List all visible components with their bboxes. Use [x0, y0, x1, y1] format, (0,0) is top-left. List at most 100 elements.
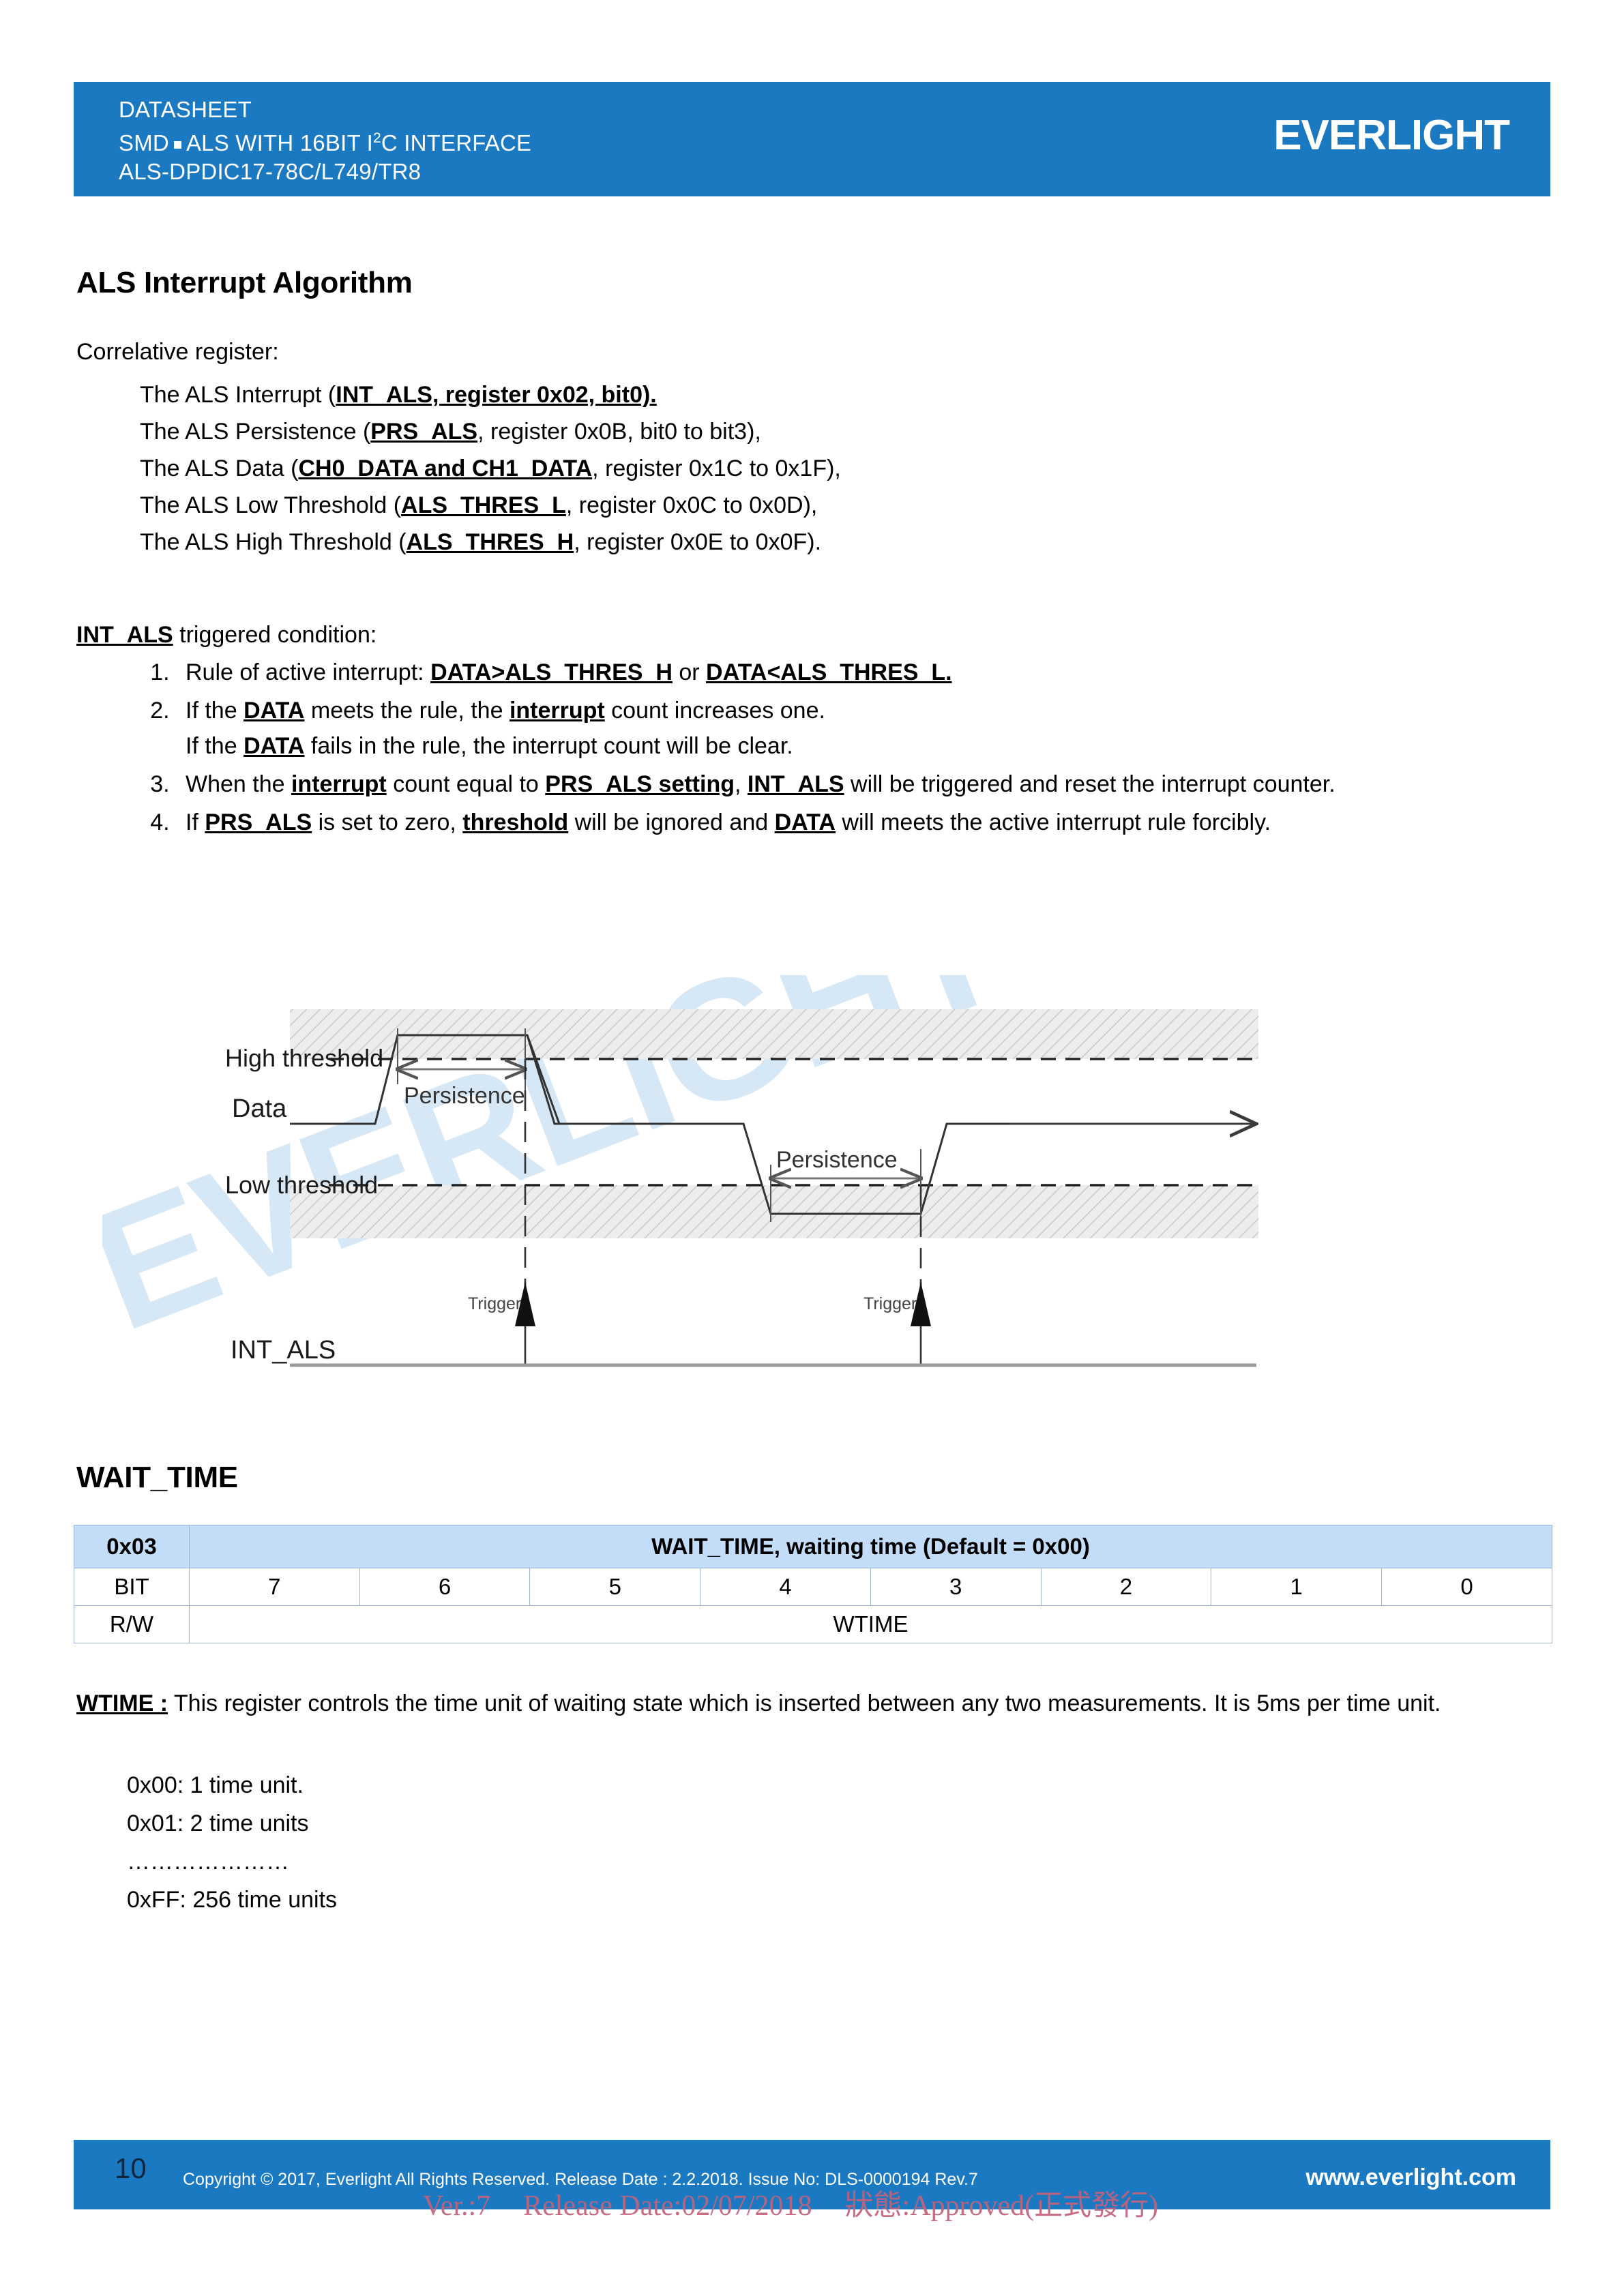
rule-text: count increases one. — [604, 698, 825, 724]
bit-number-cell: 0 — [1381, 1568, 1552, 1606]
wait-time-register-table: 0x03 WAIT_TIME, waiting time (Default = 0… — [74, 1525, 1552, 1643]
register-address-cell: 0x03 — [74, 1525, 190, 1568]
bit-number-cell: 5 — [529, 1568, 701, 1606]
header-i2c-superscript: 2 — [372, 130, 381, 146]
below-low-threshold-band — [290, 1185, 1258, 1238]
wtime-description-text: This register controls the time unit of … — [168, 1690, 1441, 1716]
everlight-logo: EVERLIGHT — [1273, 112, 1510, 159]
square-bullet-icon — [173, 141, 181, 149]
bit-number-cell: 6 — [359, 1568, 531, 1606]
timing-diagram-svg: Persistence Persistence Trigger Trigger … — [225, 1009, 1259, 1367]
rule-token: ALS_THRES_H — [505, 659, 673, 685]
register-line-token: INT_ALS, register 0x02, bit0). — [336, 382, 657, 408]
bit-number-cell: 2 — [1040, 1568, 1212, 1606]
rule-token: DATA — [430, 659, 492, 685]
bit-number-cell: 4 — [700, 1568, 871, 1606]
register-line: The ALS Interrupt (INT_ALS, register 0x0… — [140, 376, 841, 413]
interrupt-rule-item: When the interrupt count equal to PRS_AL… — [176, 766, 1526, 802]
header-line-partnumber: ALS-DPDIC17-78C/L749/TR8 — [119, 159, 422, 184]
register-line-token: CH0_DATA and CH1_DATA — [298, 456, 593, 481]
header-line-product-type: SMD ALS WITH 16BIT I2C INTERFACE — [119, 124, 531, 158]
wait-time-heading: WAIT_TIME — [76, 1461, 238, 1494]
register-title-cell: WAIT_TIME, waiting time (Default = 0x00) — [189, 1525, 1552, 1568]
interrupt-rule-item: Rule of active interrupt: DATA>ALS_THRES… — [176, 655, 1526, 690]
int-als-triggered-condition-heading: INT_ALS triggered condition: — [76, 622, 377, 648]
rule-token: interrupt — [291, 771, 387, 797]
rule-token: DATA — [706, 659, 767, 685]
table-row: BIT 7 6 5 4 3 2 1 0 — [74, 1568, 1552, 1606]
register-line: The ALS Data (CH0_DATA and CH1_DATA, reg… — [140, 450, 841, 487]
correlative-register-list: The ALS Interrupt (INT_ALS, register 0x0… — [140, 376, 841, 561]
approval-stamp-overlay: Ver.:7 Release Date:02/07/2018 狀態:Approved… — [423, 2182, 1158, 2224]
trigger-label-2: Trigger — [863, 1294, 917, 1313]
rule-token: DATA — [243, 733, 305, 759]
rule-token: ALS_THRES_L. — [780, 659, 952, 685]
rule-text: meets the rule, the — [304, 698, 510, 724]
als-interrupt-timing-diagram: Persistence Persistence Trigger Trigger … — [225, 982, 1330, 1391]
rule-token: threshold — [462, 809, 569, 835]
footer-website-url[interactable]: www.everlight.com — [1305, 2164, 1516, 2191]
wtime-value-item: 0x00: 1 time unit. — [127, 1772, 304, 1798]
rule-token: DATA — [243, 698, 305, 724]
rule-token: PRS_ALS — [205, 809, 312, 835]
trigger-label-1: Trigger — [468, 1294, 521, 1313]
rule-token: DATA — [774, 809, 836, 835]
register-line: The ALS Low Threshold (ALS_THRES_L, regi… — [140, 487, 841, 524]
wtime-value-item: 0x01: 2 time units — [127, 1810, 309, 1836]
register-line: The ALS High Threshold (ALS_THRES_H, reg… — [140, 524, 841, 561]
int-als-token: INT_ALS — [76, 622, 173, 648]
rw-row-label-cell: R/W — [74, 1605, 190, 1643]
register-line-suffix: , register 0x0C to 0x0D), — [565, 492, 818, 518]
register-line-prefix: The ALS Data ( — [140, 456, 299, 481]
int-als-label: INT_ALS — [231, 1336, 336, 1365]
header-smd-label: SMD — [119, 130, 169, 155]
header-interface-label: ALS WITH 16BIT I — [186, 130, 373, 155]
rule-text: If — [186, 809, 205, 835]
register-line-token: PRS_ALS — [370, 419, 478, 445]
low-threshold-label: Low threshold — [225, 1171, 378, 1199]
bit-number-cell: 7 — [189, 1568, 360, 1606]
stamp-release-date: Release Date:02/07/2018 — [523, 2190, 812, 2222]
register-line-suffix: , register 0x0B, bit0 to bit3), — [477, 419, 761, 445]
persistence-label-2: Persistence — [776, 1147, 898, 1173]
bit-number-cell: 1 — [1211, 1568, 1383, 1606]
rule-text: will be triggered and reset the interrup… — [844, 771, 1335, 797]
rule-text: or — [672, 659, 707, 685]
table-row: R/W WTIME — [74, 1605, 1552, 1643]
rule-text: will be ignored and — [568, 809, 775, 835]
register-line-suffix: , register 0x1C to 0x1F), — [592, 456, 841, 481]
header-title-block: DATASHEET SMD ALS WITH 16BIT I2C INTERFAC… — [119, 95, 531, 186]
page-header-bar: DATASHEET SMD ALS WITH 16BIT I2C INTERFAC… — [74, 82, 1550, 196]
rule-text: When the — [186, 771, 291, 797]
header-line-datasheet: DATASHEET — [119, 97, 252, 122]
interrupt-rules-list: Rule of active interrupt: DATA>ALS_THRES… — [121, 655, 1526, 843]
rule-text: count equal to — [386, 771, 546, 797]
rule-text: fails in the rule, the interrupt count w… — [304, 733, 793, 759]
interrupt-rule-item: If PRS_ALS is set to zero, threshold wil… — [176, 805, 1526, 840]
rule-token: interrupt — [509, 698, 605, 724]
bit-number-cell: 3 — [870, 1568, 1042, 1606]
interrupt-rule-item: If the DATA meets the rule, the interrup… — [176, 693, 1526, 764]
rule-token: > — [491, 659, 505, 685]
wtime-field-cell: WTIME — [189, 1605, 1552, 1643]
register-line-suffix: , register 0x0E to 0x0F). — [574, 529, 822, 555]
register-line-token: ALS_THRES_L — [401, 492, 566, 518]
high-threshold-label: High threshold — [225, 1044, 383, 1072]
wtime-value-item: 0xFF: 256 time units — [127, 1887, 338, 1913]
table-row: 0x03 WAIT_TIME, waiting time (Default = 0… — [74, 1525, 1552, 1568]
wtime-value-list: 0x00: 1 time unit. 0x01: 2 time units …………… — [127, 1766, 337, 1919]
data-label: Data — [232, 1094, 287, 1123]
rule-text: , — [735, 771, 748, 797]
rule-text: Rule of active interrupt: — [186, 659, 431, 685]
rule-text: If the — [186, 733, 244, 759]
rule-token: < — [767, 659, 781, 685]
register-line-prefix: The ALS High Threshold ( — [140, 529, 407, 555]
header-interface-label-post: C INTERFACE — [381, 130, 532, 155]
page-number: 10 — [115, 2152, 147, 2184]
correlative-register-label: Correlative register: — [76, 339, 279, 365]
register-line-prefix: The ALS Interrupt ( — [140, 382, 336, 408]
rule-text: If the — [186, 698, 244, 724]
als-interrupt-algorithm-heading: ALS Interrupt Algorithm — [76, 266, 413, 299]
wtime-value-item: ………………… — [127, 1849, 289, 1875]
rule-text: is set to zero, — [312, 809, 463, 835]
